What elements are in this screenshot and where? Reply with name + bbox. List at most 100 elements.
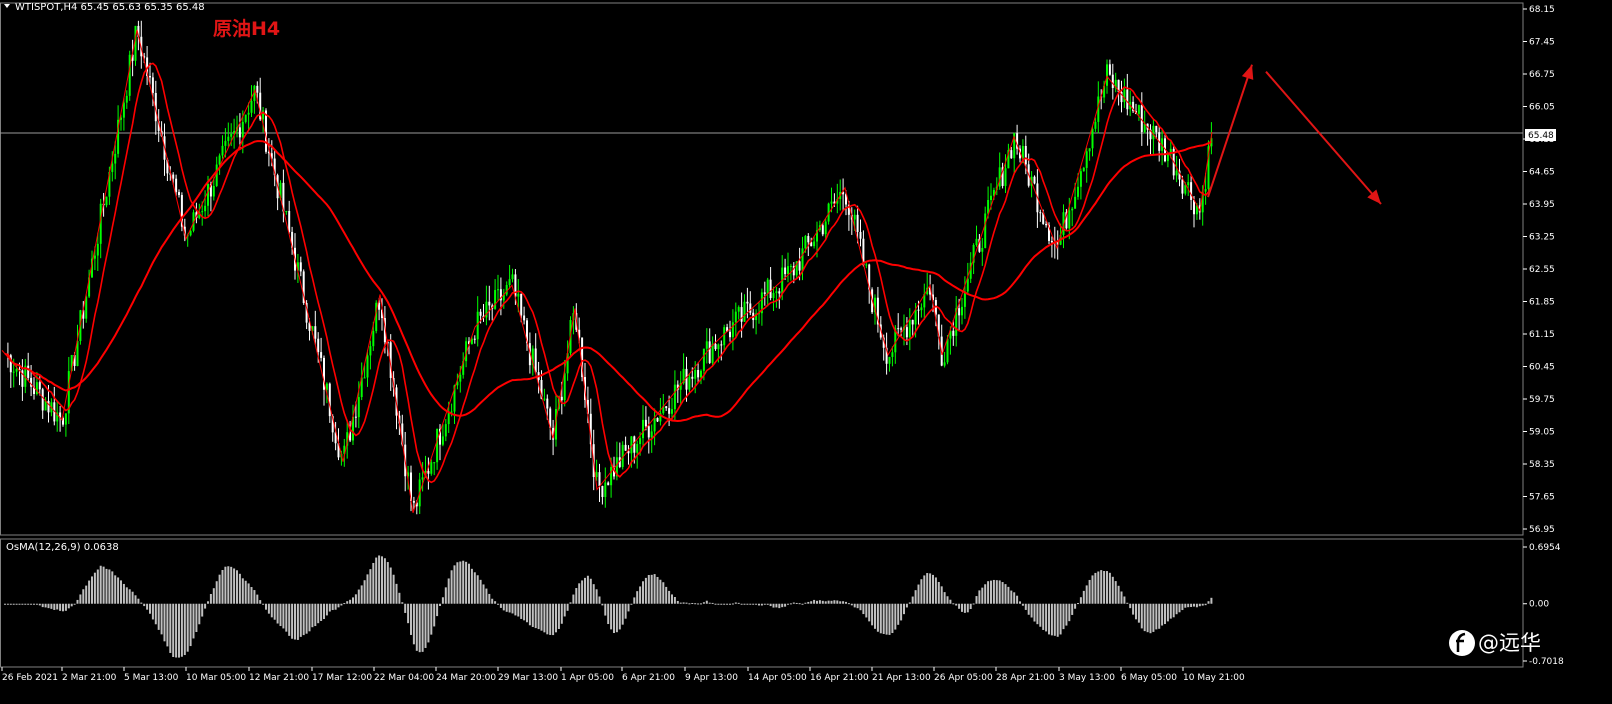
osma-bar — [963, 603, 966, 613]
osma-bar — [1016, 595, 1019, 604]
price-tick-label: 56.95 — [1529, 525, 1555, 535]
candle-body — [207, 184, 209, 206]
osma-bar — [818, 600, 821, 604]
osma-bar — [357, 589, 360, 604]
candle-body — [685, 368, 688, 390]
osma-bar — [549, 603, 552, 635]
osma-bar — [557, 603, 560, 629]
osma-bar — [1187, 603, 1190, 608]
osma-bar — [340, 603, 343, 606]
osma-bar — [44, 603, 47, 608]
candles — [6, 20, 1213, 515]
osma-bar — [366, 574, 369, 604]
osma-bar — [624, 603, 627, 619]
zigzag-line — [1, 29, 1213, 513]
osma-bar — [552, 603, 555, 636]
chart-canvas[interactable]: 68.1567.4566.7566.0565.3564.6563.9563.25… — [0, 0, 1612, 704]
osma-bar — [317, 603, 320, 624]
osma-bar — [671, 594, 673, 604]
osma-bar — [209, 593, 212, 604]
candle-body — [221, 145, 224, 156]
dropdown-triangle-icon[interactable] — [4, 4, 10, 8]
candle-body — [1050, 240, 1053, 243]
osma-bar — [888, 603, 891, 635]
osma-bar — [613, 603, 615, 634]
candle-body — [665, 406, 668, 409]
moving-averages — [4, 62, 1213, 484]
osma-bar — [903, 603, 905, 615]
osma-bar — [566, 603, 569, 611]
osma-bar — [740, 603, 743, 605]
candle-body — [737, 307, 740, 312]
osma-bar — [798, 603, 801, 605]
candle-body — [201, 211, 204, 213]
osma-bar — [787, 603, 789, 605]
candle-body — [607, 482, 610, 486]
candle-body — [320, 352, 323, 358]
osma-bar — [497, 603, 499, 605]
candle-body — [766, 279, 769, 294]
candle-body — [958, 308, 961, 316]
osma-bar — [279, 603, 282, 627]
candle-body — [459, 374, 462, 382]
osma-bar — [178, 603, 180, 658]
candle-body — [975, 238, 978, 245]
osma-bar — [1132, 603, 1135, 615]
candle-body — [175, 178, 178, 193]
osma-bar — [59, 603, 62, 611]
candle-body — [723, 327, 726, 346]
time-tick-label: 6 Apr 21:00 — [622, 673, 675, 683]
osma-bar — [1108, 572, 1111, 604]
osma-bar — [30, 603, 33, 605]
osma-bar — [4, 603, 6, 605]
osma-bar — [630, 603, 633, 605]
candle-body — [987, 200, 990, 214]
candle-body — [1184, 185, 1187, 194]
osma-bar — [810, 601, 813, 604]
candle-body — [1088, 148, 1091, 152]
osma-bar — [325, 603, 328, 616]
osma-bar — [1077, 603, 1079, 605]
candle-body — [299, 262, 302, 272]
candle-body — [946, 338, 949, 363]
osma-bar — [992, 579, 995, 604]
osma-bar — [1204, 603, 1207, 606]
osma-bar — [969, 603, 972, 610]
osma-bar — [1030, 603, 1033, 618]
candle-body — [151, 77, 154, 94]
candle-body — [891, 352, 894, 357]
candle-body — [778, 291, 781, 294]
osma-bar — [1091, 575, 1094, 604]
osma-bar — [1114, 581, 1117, 604]
osma-bar — [766, 603, 769, 605]
osma-bar — [746, 603, 749, 605]
osma-bar — [349, 599, 352, 604]
candle-body — [734, 311, 737, 323]
osma-bar — [934, 577, 937, 604]
candle-body — [122, 102, 125, 118]
osma-bar — [697, 603, 700, 605]
osma-bar — [378, 555, 381, 604]
candle-body — [1004, 168, 1007, 186]
osma-bar — [105, 568, 108, 604]
osma-bar — [615, 603, 618, 633]
osma-bar — [265, 603, 267, 610]
osma-bar — [546, 603, 549, 635]
candle-body — [807, 236, 810, 243]
osma-bar — [717, 603, 720, 605]
osma-bar — [824, 601, 827, 604]
osma-bar — [1149, 603, 1152, 634]
osma-bar — [650, 574, 653, 604]
osma-bar — [1103, 571, 1106, 604]
candle-body — [821, 225, 824, 235]
candle-body — [1175, 170, 1178, 176]
osma-bar — [711, 602, 714, 604]
osma-bar — [926, 573, 929, 604]
candle-body — [1155, 125, 1158, 133]
osma-bar — [1201, 603, 1204, 606]
osma-bar — [1195, 603, 1198, 608]
candle-body — [372, 331, 375, 347]
candle-body — [41, 389, 44, 411]
osma-bar — [543, 603, 546, 633]
osma-bar — [911, 596, 914, 604]
